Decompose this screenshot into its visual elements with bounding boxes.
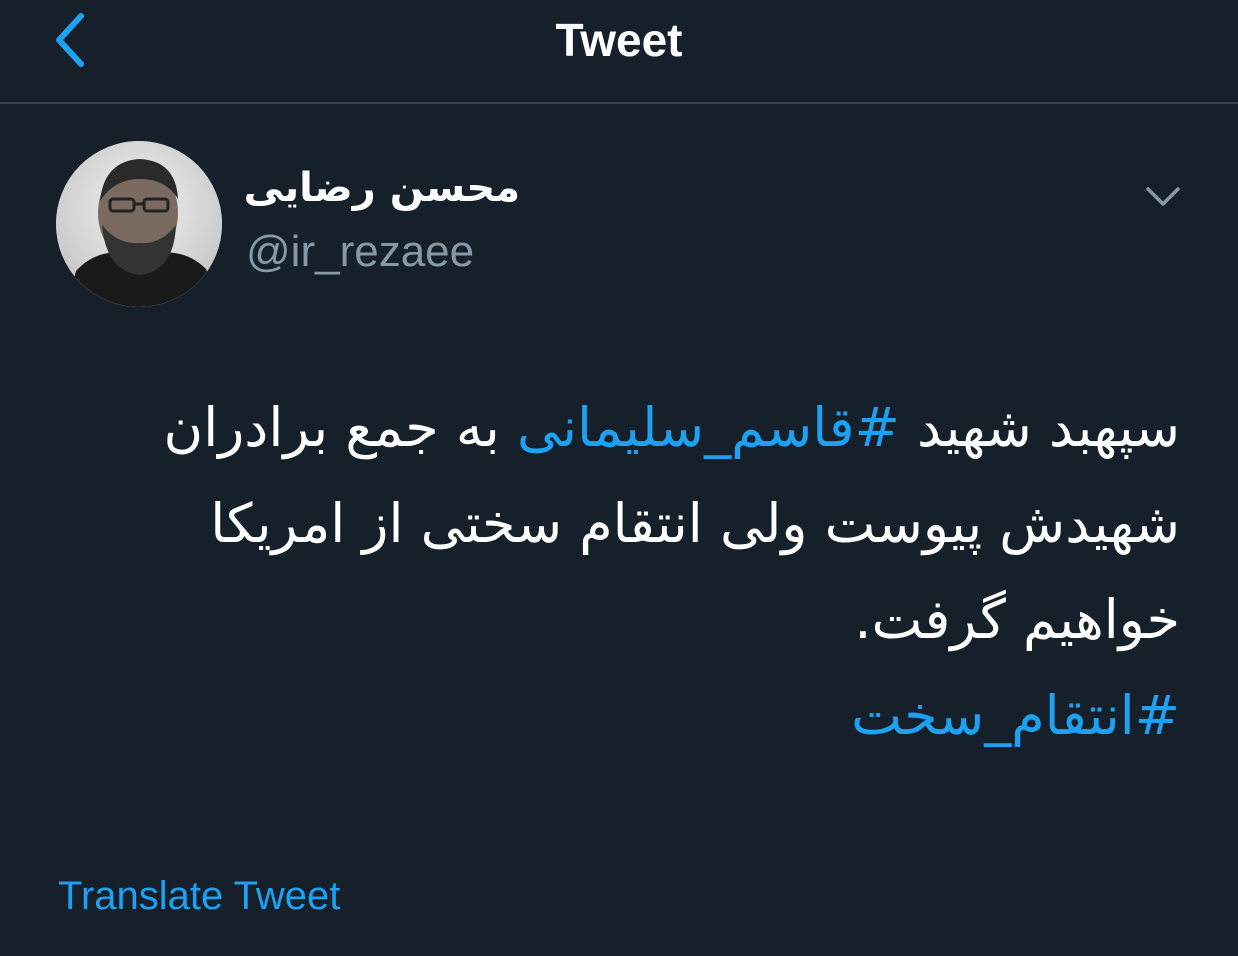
text-segment: شهیدش پیوست ولی انتقام سختی از امریکا xyxy=(210,492,1180,555)
text-segment: سپهبد شهید xyxy=(899,396,1180,459)
tweet-line: خواهیم گرفت. xyxy=(50,572,1180,668)
tweet-line: سپهبد شهید #قاسم_سلیمانی به جمع برادران xyxy=(50,380,1180,476)
top-bar: Tweet xyxy=(0,0,1238,104)
tweet-text: سپهبد شهید #قاسم_سلیمانی به جمع برادران … xyxy=(50,380,1180,764)
chevron-down-icon xyxy=(1145,186,1181,212)
hashtag-link[interactable]: #قاسم_سلیمانی xyxy=(517,396,900,459)
hashtag-link[interactable]: #انتقام_سخت xyxy=(851,684,1180,747)
author-display-name[interactable]: محسن رضایی xyxy=(240,158,520,218)
tweet-line: #انتقام_سخت xyxy=(50,668,1180,764)
avatar[interactable] xyxy=(56,141,222,307)
author-handle[interactable]: @ir_rezaee xyxy=(246,222,474,282)
text-segment: به جمع برادران xyxy=(163,396,517,459)
page-title: Tweet xyxy=(555,14,683,66)
tweet-line: شهیدش پیوست ولی انتقام سختی از امریکا xyxy=(50,476,1180,572)
translate-tweet-link[interactable]: Translate Tweet xyxy=(58,868,340,924)
more-options-button[interactable] xyxy=(1136,172,1190,226)
text-segment: خواهیم گرفت. xyxy=(854,588,1180,651)
